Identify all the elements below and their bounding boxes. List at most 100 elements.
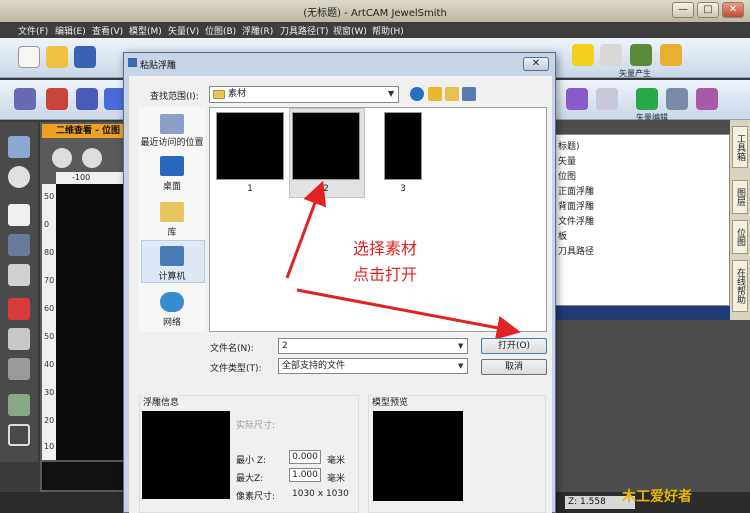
file-name-label: 文件名(N): (210, 344, 254, 354)
new-file-icon[interactable] (18, 46, 40, 68)
star-relief-icon[interactable] (76, 88, 98, 110)
actual-size-label: 实际尺寸: (236, 421, 276, 431)
menu-view[interactable]: 查看(V) (92, 24, 123, 37)
relief-shape-icon[interactable] (14, 88, 36, 110)
tree-item[interactable]: 刀具路径 (558, 244, 594, 257)
brush-icon[interactable] (8, 328, 30, 350)
zoom-icon[interactable] (8, 136, 30, 158)
menu-file[interactable]: 文件(F) (18, 24, 48, 37)
desktop-icon (160, 156, 184, 176)
rectangle-icon[interactable] (8, 424, 30, 446)
tree-item[interactable]: 正面浮雕 (558, 184, 594, 197)
chevron-down-icon[interactable]: ▼ (458, 342, 463, 350)
ruler-v-label: 70 (44, 276, 55, 285)
back-icon[interactable] (410, 87, 424, 101)
curve-icon[interactable] (660, 44, 682, 66)
look-in-dropdown[interactable]: 素材 (209, 86, 399, 103)
view-tab[interactable]: 二维查看 - 位图 (42, 124, 124, 138)
zoom-out-icon[interactable] (82, 148, 102, 168)
dialog-close-button[interactable]: ✕ (523, 57, 549, 71)
select-arrow-icon[interactable] (8, 204, 30, 226)
menu-bitmap[interactable]: 位图(B) (205, 24, 236, 37)
sphere-icon[interactable] (566, 88, 588, 110)
arrow-to-open (296, 288, 521, 340)
vector-create-caption: 矢量产生 (619, 69, 651, 78)
scissors-icon[interactable] (630, 44, 652, 66)
arrow-icon[interactable] (600, 44, 622, 66)
place-network[interactable]: 网络 (139, 315, 205, 328)
menu-window[interactable]: 视窗(W) (333, 24, 367, 37)
bend-icon[interactable] (696, 88, 718, 110)
tab-toolbox[interactable]: 工具箱 (732, 126, 748, 168)
computer-icon (160, 246, 184, 266)
open-folder-icon[interactable] (46, 46, 68, 68)
new-folder-icon[interactable] (445, 87, 459, 101)
arrow-to-thumbnail (285, 180, 327, 279)
place-recent[interactable]: 最近访问的位置 (139, 135, 205, 148)
file-name-input[interactable]: 2 (278, 338, 468, 354)
relief-info-label: 浮雕信息 (143, 395, 180, 408)
menu-model[interactable]: 模型(M) (129, 24, 162, 37)
bowl-icon[interactable] (666, 88, 688, 110)
min-z-label: 最小 Z: (236, 456, 267, 466)
globe-icon[interactable] (8, 166, 30, 188)
transform-icon[interactable] (8, 264, 30, 286)
file-thumbnail[interactable] (216, 112, 284, 180)
tab-online-help[interactable]: 在线帮助 (732, 260, 748, 312)
add-relief-icon[interactable] (636, 88, 658, 110)
polygon-icon[interactable] (8, 394, 30, 416)
dome-icon[interactable] (46, 88, 68, 110)
up-folder-icon[interactable] (428, 87, 442, 101)
zoom-in-icon[interactable] (52, 148, 72, 168)
tree-item[interactable]: 文件浮雕 (558, 214, 594, 227)
annotation-line-1: 选择素材 (353, 239, 418, 258)
relief-preview-image (142, 411, 230, 499)
wedge-icon[interactable] (596, 88, 618, 110)
tree-item[interactable]: 位图 (558, 169, 576, 182)
menu-help[interactable]: 帮助(H) (372, 24, 404, 37)
max-z-unit: 毫米 (327, 474, 346, 484)
place-desktop[interactable]: 桌面 (139, 179, 205, 192)
model-preview-label: 模型预览 (372, 395, 409, 408)
tree-item[interactable]: 背面浮雕 (558, 199, 594, 212)
tab-layers[interactable]: 图层 (732, 180, 748, 214)
file-type-label: 文件类型(T): (210, 364, 262, 374)
place-libraries[interactable]: 库 (139, 225, 205, 238)
2d-view[interactable] (56, 184, 124, 460)
view-menu-icon[interactable] (462, 87, 476, 101)
maximize-button[interactable]: □ (697, 2, 719, 18)
pixel-size-value: 1030 x 1030 (292, 489, 349, 499)
menu-toolpaths[interactable]: 刀具路径(T) (280, 24, 329, 37)
menu-relief[interactable]: 浮雕(R) (242, 24, 273, 37)
minimize-button[interactable]: — (672, 2, 694, 18)
node-edit-icon[interactable] (8, 234, 30, 256)
cancel-button[interactable]: 取消 (481, 359, 547, 375)
ruler-v-label: 0 (44, 220, 50, 229)
save-icon[interactable] (74, 46, 96, 68)
color-palette[interactable] (42, 462, 124, 490)
side-tabs: 工具箱 图层 位图 在线帮助 (730, 120, 750, 320)
min-z-input[interactable]: 0.000 (289, 450, 321, 464)
folder-icon (213, 90, 225, 99)
tree-item[interactable]: 标题) (558, 139, 580, 152)
open-button[interactable]: 打开(O) (481, 338, 547, 354)
place-computer[interactable]: 计算机 (139, 269, 205, 282)
ruler-v-label: 50 (44, 332, 55, 341)
project-tree: 标题) 矢量 位图 正面浮雕 背面浮雕 文件浮雕 板 刀具路径 (555, 134, 730, 306)
chevron-down-icon[interactable]: ▼ (458, 362, 463, 370)
star-vector-icon[interactable] (572, 44, 594, 66)
file-type-select[interactable]: 全部支持的文件 (278, 358, 468, 374)
close-button[interactable]: ✕ (722, 2, 744, 18)
pen-icon[interactable] (8, 298, 30, 320)
file-thumbnail[interactable] (384, 112, 422, 180)
menu-vector[interactable]: 矢量(V) (168, 24, 199, 37)
menu-edit[interactable]: 编辑(E) (55, 24, 86, 37)
network-icon (160, 292, 184, 312)
max-z-input[interactable]: 1.000 (289, 468, 321, 482)
pixel-size-label: 像素尺寸: (236, 492, 276, 502)
tree-item[interactable]: 矢量 (558, 154, 576, 167)
tab-bitmap[interactable]: 位图 (732, 220, 748, 254)
tree-item[interactable]: 板 (558, 229, 567, 242)
file-thumbnail[interactable] (292, 112, 360, 180)
line-icon[interactable] (8, 358, 30, 380)
